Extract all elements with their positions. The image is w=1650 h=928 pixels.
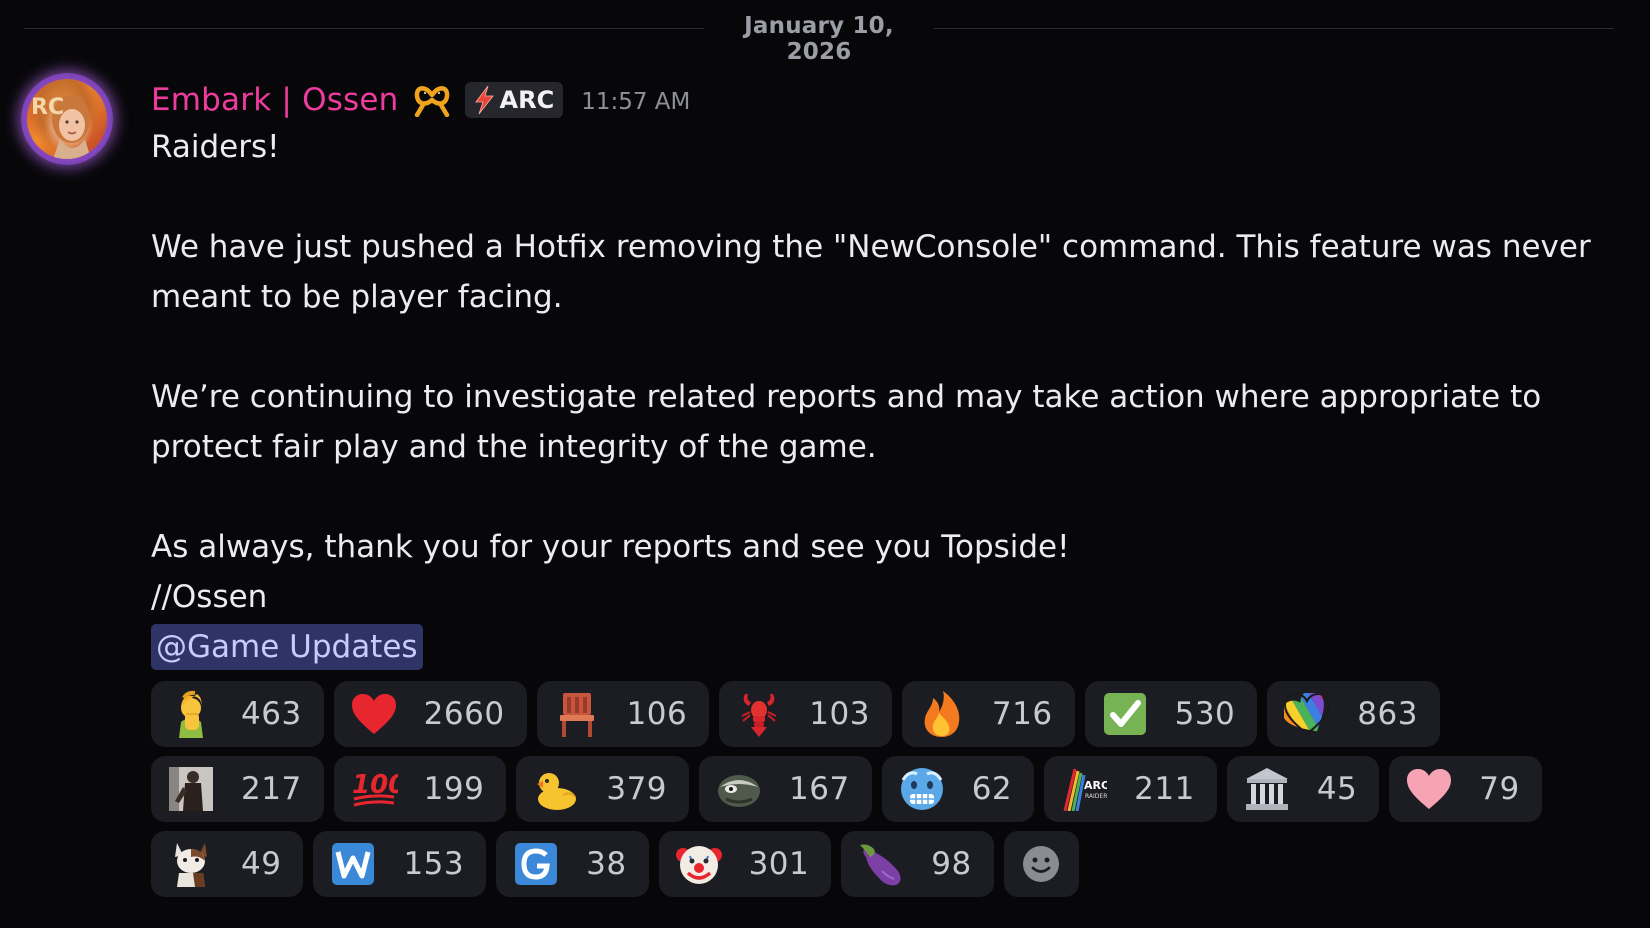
arc-raiders-logo-icon: ARC RAIDERS — [1060, 765, 1108, 813]
reaction-count: 530 — [1174, 696, 1236, 732]
cold-face-icon — [898, 765, 946, 813]
role-tag-label: ARC — [499, 86, 555, 114]
message-line: protect fair play and the integrity of t… — [151, 429, 877, 465]
reaction-count: 49 — [241, 846, 282, 882]
message-content: Raiders! We have just pushed a Hotfix re… — [151, 122, 1591, 672]
reaction-red-heart[interactable]: 2660 — [333, 681, 527, 747]
reaction-count: 217 — [241, 771, 302, 807]
pretzel-icon — [413, 83, 451, 118]
reaction-fire[interactable]: 716 — [901, 681, 1075, 747]
divider-date: January 10, 2026 — [744, 13, 894, 65]
rainbow-heart-icon — [1283, 690, 1331, 738]
reaction-count: 863 — [1357, 696, 1418, 732]
avatar[interactable]: RC — [21, 73, 113, 165]
reaction-letter-g[interactable]: 38 — [496, 831, 649, 897]
reaction-count: 153 — [403, 846, 465, 882]
reaction-count: 167 — [789, 771, 850, 807]
reaction-count: 62 — [971, 771, 1013, 807]
date-divider: January 10, 2026 — [24, 10, 1614, 65]
reaction-check[interactable]: 530 — [1084, 681, 1258, 747]
reaction-count: 379 — [606, 771, 668, 807]
reaction-count: 98 — [931, 846, 972, 882]
reaction-pink-heart[interactable]: 79 — [1389, 756, 1542, 822]
pink-heart-icon — [1405, 765, 1453, 813]
message-line: Raiders! — [151, 129, 280, 165]
reaction-clown[interactable]: 301 — [658, 831, 832, 897]
reaction-arc-logo[interactable]: ARC RAIDERS 211 — [1044, 756, 1217, 822]
message-line: We’re continuing to investigate related … — [151, 379, 1542, 415]
reaction-cat[interactable]: 49 — [151, 831, 304, 897]
fire-icon — [918, 690, 966, 738]
reaction-cold-face[interactable]: 62 — [881, 756, 1035, 822]
reaction-count: 2660 — [423, 696, 505, 732]
avatar-image: RC — [27, 79, 107, 159]
author-name[interactable]: Embark | Ossen — [151, 82, 399, 118]
reaction-count: 716 — [991, 696, 1053, 732]
role-tag[interactable]: ARC — [464, 82, 564, 118]
reaction-row: 49 153 38 301 98 — [151, 831, 1079, 897]
reaction-count: 211 — [1134, 771, 1195, 807]
reaction-row: 217 100 199 379 — [151, 756, 1542, 822]
message-line: We have just pushed a Hotfix removing th… — [151, 229, 1591, 265]
hundred-points-icon: 100 — [350, 765, 398, 813]
cat-icon — [167, 840, 215, 888]
custom-figure-icon — [167, 765, 215, 813]
reaction-rainbow-heart[interactable]: 863 — [1267, 681, 1440, 747]
reaction-count: 463 — [241, 696, 302, 732]
svg-text:ARC: ARC — [1084, 779, 1107, 792]
reaction-eggplant[interactable]: 98 — [841, 831, 994, 897]
letter-g-icon — [512, 840, 560, 888]
letter-w-icon — [329, 840, 377, 888]
red-heart-icon — [350, 690, 398, 738]
reaction-count: 45 — [1316, 771, 1358, 807]
chair-icon — [553, 690, 601, 738]
reaction-count: 103 — [809, 696, 870, 732]
reaction-row: 463 2660 106 103 716 530 863 — [151, 681, 1440, 747]
divider-line-left — [24, 28, 704, 29]
message-header: Embark | Ossen ARC 11:57 AM — [151, 78, 690, 122]
eggplant-icon — [857, 840, 905, 888]
clown-face-icon — [675, 840, 723, 888]
reaction-count: 106 — [626, 696, 688, 732]
reaction-hundred[interactable]: 100 199 — [333, 756, 507, 822]
reaction-count: 38 — [586, 846, 627, 882]
timestamp[interactable]: 11:57 AM — [581, 86, 690, 115]
reaction-facepalm[interactable]: 463 — [151, 681, 324, 747]
message-line: //Ossen — [151, 579, 268, 615]
reaction-lobster[interactable]: 103 — [719, 681, 892, 747]
check-mark-icon — [1101, 690, 1149, 738]
add-reaction-smiley-icon — [1017, 840, 1065, 888]
reaction-duck[interactable]: 379 — [516, 756, 690, 822]
reaction-count: 79 — [1479, 771, 1520, 807]
custom-creature-icon — [715, 765, 763, 813]
add-reaction-button[interactable] — [1003, 831, 1079, 897]
reaction-count: 301 — [748, 846, 810, 882]
message-line: As always, thank you for your reports an… — [151, 529, 1070, 565]
person-facepalm-icon — [167, 690, 215, 738]
avatar-letters: RC — [31, 95, 65, 120]
reaction-letter-w[interactable]: 153 — [313, 831, 487, 897]
message-line: meant to be player facing. — [151, 279, 563, 315]
lightning-bolt-icon — [472, 85, 496, 115]
reaction-chair[interactable]: 106 — [536, 681, 710, 747]
divider-line-right — [934, 28, 1614, 29]
reaction-count: 199 — [423, 771, 485, 807]
lobster-icon — [735, 690, 783, 738]
role-mention[interactable]: @Game Updates — [151, 624, 423, 670]
reaction-classical-building[interactable]: 45 — [1226, 756, 1380, 822]
reaction-custom-creature[interactable]: 167 — [699, 756, 872, 822]
duck-icon — [532, 765, 580, 813]
reaction-custom-figure[interactable]: 217 — [151, 756, 324, 822]
svg-text:RAIDERS: RAIDERS — [1085, 793, 1107, 800]
classical-building-icon — [1243, 765, 1291, 813]
